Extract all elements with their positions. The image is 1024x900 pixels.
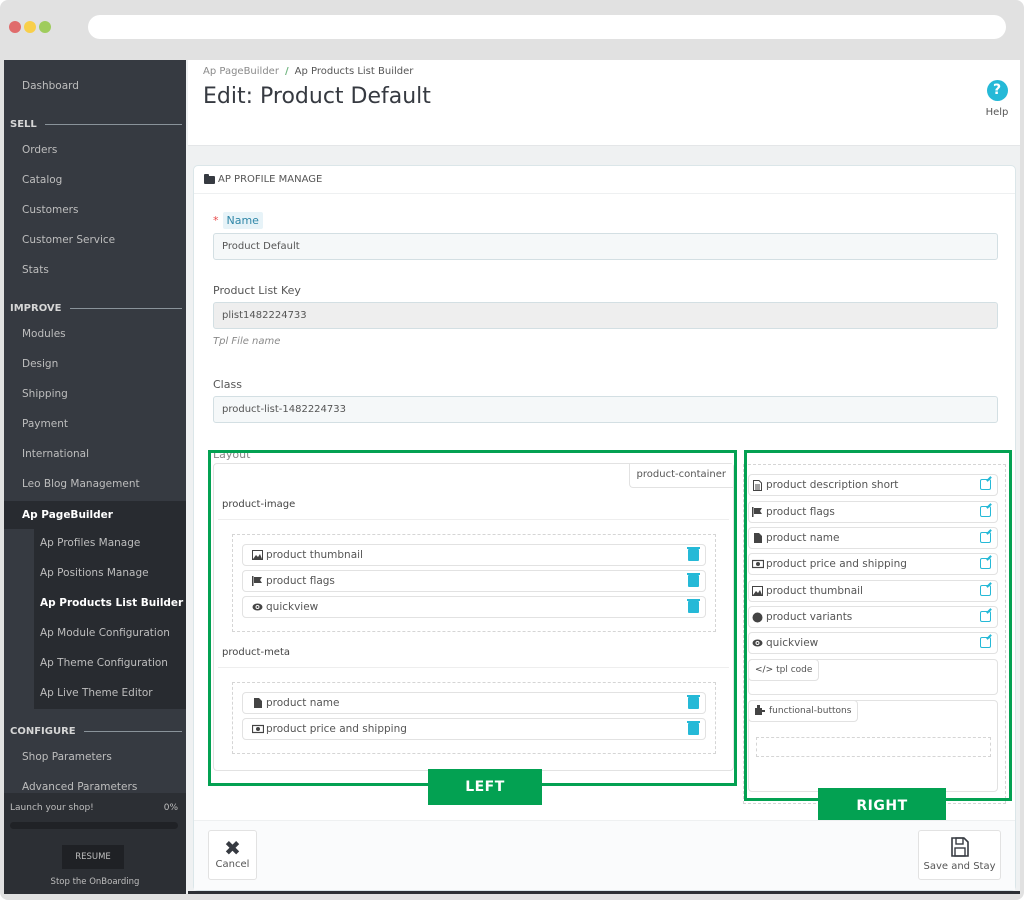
resume-button[interactable]: RESUME xyxy=(62,845,124,869)
right-highlight-frame xyxy=(744,450,1012,801)
submenu-item-module-config[interactable]: Ap Module Configuration xyxy=(40,627,170,639)
cancel-button[interactable]: ✖ Cancel xyxy=(208,830,257,880)
folder-icon xyxy=(204,173,215,184)
sidebar-item-design[interactable]: Design xyxy=(22,358,58,370)
left-highlight-frame xyxy=(208,450,737,786)
sidebar-section-improve: IMPROVE xyxy=(10,303,182,314)
submenu-item-theme-config[interactable]: Ap Theme Configuration xyxy=(40,657,168,669)
sidebar-item-orders[interactable]: Orders xyxy=(22,144,57,156)
breadcrumb-current[interactable]: Ap Products List Builder xyxy=(295,66,414,77)
left-annotation-badge: LEFT xyxy=(428,769,542,805)
divider xyxy=(44,124,182,125)
onboarding-percent: 0% xyxy=(163,803,178,813)
product-list-key-input[interactable]: plist1482224733 xyxy=(213,302,998,329)
maximize-window-dot[interactable] xyxy=(39,21,51,33)
page-viewport: Dashboard SELL Orders Catalog Customers … xyxy=(4,60,1020,894)
section-label: SELL xyxy=(10,119,37,130)
close-window-dot[interactable] xyxy=(9,21,21,33)
sidebar-section-sell: SELL xyxy=(10,119,182,130)
breadcrumb-separator: / xyxy=(284,66,289,77)
sidebar: Dashboard SELL Orders Catalog Customers … xyxy=(4,60,186,894)
sidebar-item-leo-blog[interactable]: Leo Blog Management xyxy=(22,478,140,490)
minimize-window-dot[interactable] xyxy=(24,21,36,33)
help-button[interactable]: ? Help xyxy=(982,80,1012,118)
sidebar-item-shipping[interactable]: Shipping xyxy=(22,388,68,400)
divider xyxy=(83,731,182,732)
sidebar-item-customer-service[interactable]: Customer Service xyxy=(22,234,115,246)
panel-title-text: AP PROFILE MANAGE xyxy=(218,174,323,185)
stop-onboarding-link[interactable]: Stop the OnBoarding xyxy=(4,877,186,887)
panel-header: AP PROFILE MANAGE xyxy=(194,166,1015,194)
section-label: IMPROVE xyxy=(10,303,62,314)
page-title: Edit: Product Default xyxy=(203,84,431,109)
panel-footer: ✖ Cancel Save and Stay xyxy=(194,820,1015,890)
name-label: * Name xyxy=(213,212,263,229)
submenu-item-positions[interactable]: Ap Positions Manage xyxy=(40,567,149,579)
close-icon: ✖ xyxy=(224,836,241,860)
onboarding-progress-bar xyxy=(10,822,178,829)
breadcrumb: Ap PageBuilder / Ap Products List Builder xyxy=(203,66,413,77)
sidebar-item-customers[interactable]: Customers xyxy=(22,204,78,216)
save-icon xyxy=(919,837,1000,861)
submenu-item-live-theme-editor[interactable]: Ap Live Theme Editor xyxy=(40,687,153,699)
product-list-key-label: Product List Key xyxy=(213,284,301,297)
save-and-stay-label: Save and Stay xyxy=(923,861,996,872)
window-controls xyxy=(9,21,51,33)
save-and-stay-button[interactable]: Save and Stay xyxy=(918,830,1001,880)
submenu-item-profiles[interactable]: Ap Profiles Manage xyxy=(40,537,140,549)
sidebar-item-ap-pagebuilder[interactable]: Ap PageBuilder xyxy=(4,501,186,529)
browser-window: Dashboard SELL Orders Catalog Customers … xyxy=(0,0,1024,900)
right-annotation-badge: RIGHT xyxy=(818,788,946,824)
sidebar-submenu: Ap Profiles Manage Ap Positions Manage A… xyxy=(34,529,186,709)
sidebar-item-modules[interactable]: Modules xyxy=(22,328,66,340)
sidebar-item-payment[interactable]: Payment xyxy=(22,418,68,430)
sidebar-item-label: Ap PageBuilder xyxy=(22,509,113,521)
bottom-edge xyxy=(188,891,1020,894)
onboarding-title: Launch your shop! xyxy=(10,803,94,813)
panel-title: AP PROFILE MANAGE xyxy=(204,173,323,185)
sidebar-item-stats[interactable]: Stats xyxy=(22,264,49,276)
submenu-item-products-list-builder[interactable]: Ap Products List Builder xyxy=(40,597,183,609)
sidebar-item-international[interactable]: International xyxy=(22,448,89,460)
class-input[interactable]: product-list-1482224733 xyxy=(213,396,998,423)
required-mark: * xyxy=(213,214,219,227)
onboarding-panel: Launch your shop! 0% RESUME Stop the OnB… xyxy=(4,793,186,894)
section-label: CONFIGURE xyxy=(10,726,76,737)
help-icon: ? xyxy=(986,80,1008,101)
tpl-file-name-hint: Tpl File name xyxy=(213,336,281,347)
sidebar-item-advanced-parameters[interactable]: Advanced Parameters xyxy=(22,781,137,793)
sidebar-item-dashboard[interactable]: Dashboard xyxy=(22,80,79,92)
page-header: Ap PageBuilder / Ap Products List Builder … xyxy=(188,60,1020,146)
address-bar[interactable] xyxy=(88,15,1006,39)
class-label: Class xyxy=(213,378,242,391)
divider xyxy=(69,308,182,309)
name-label-text: Name xyxy=(222,212,263,229)
cancel-label: Cancel xyxy=(215,859,250,870)
breadcrumb-item[interactable]: Ap PageBuilder xyxy=(203,66,279,77)
sidebar-item-catalog[interactable]: Catalog xyxy=(22,174,62,186)
name-input[interactable]: Product Default xyxy=(213,233,998,260)
sidebar-section-configure: CONFIGURE xyxy=(10,726,182,737)
help-label: Help xyxy=(985,107,1009,118)
profile-panel: AP PROFILE MANAGE * Name Product Default … xyxy=(193,165,1016,891)
sidebar-item-shop-parameters[interactable]: Shop Parameters xyxy=(22,751,112,763)
